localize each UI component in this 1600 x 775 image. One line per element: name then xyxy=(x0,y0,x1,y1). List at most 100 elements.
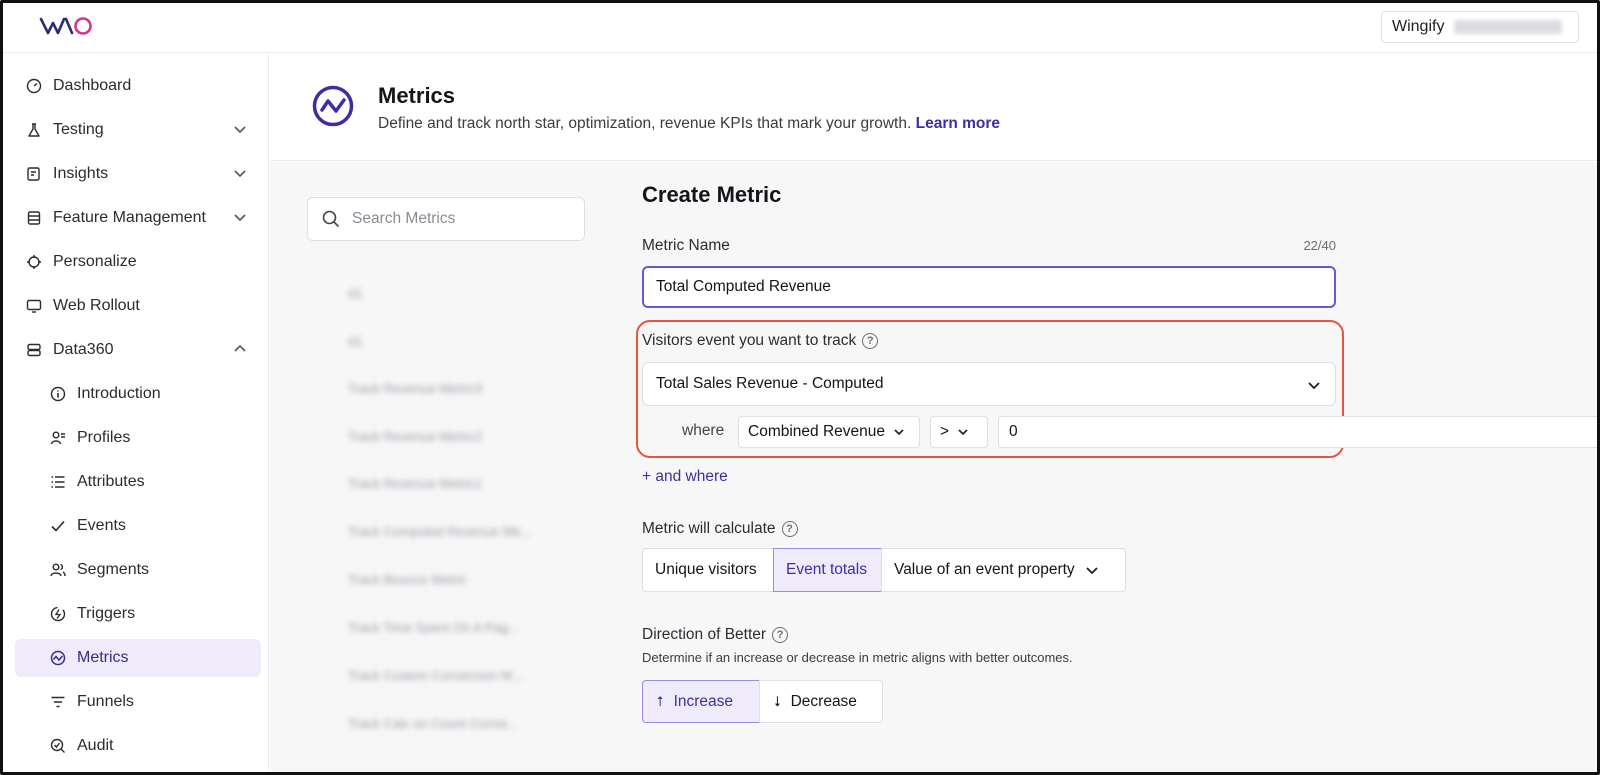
flask-icon xyxy=(25,121,43,139)
target-icon xyxy=(25,253,43,271)
metric-name-input[interactable] xyxy=(642,266,1336,308)
learn-more-link[interactable]: Learn more xyxy=(916,115,1000,132)
direction-label-row: Direction of Better? xyxy=(642,626,789,644)
calc-label: Metric will calculate xyxy=(642,520,776,537)
list-item[interactable]: Track Revenue Metric3 xyxy=(348,381,482,397)
sidebar-item-dashboard[interactable]: Dashboard xyxy=(15,67,261,105)
sidebar-item-label: Triggers xyxy=(77,605,136,622)
sidebar-item-label: Introduction xyxy=(77,385,161,402)
sidebar-item-label: Attributes xyxy=(77,473,145,490)
sidebar-item-label: Testing xyxy=(53,121,104,138)
chevron-down-icon xyxy=(958,429,968,436)
arrow-down-icon: ⭣ xyxy=(774,693,781,709)
account-id-masked xyxy=(1454,20,1563,34)
direction-increase-button[interactable]: ⭡ Increase xyxy=(642,680,760,723)
calc-option-event-totals[interactable]: Event totals xyxy=(773,548,882,592)
sidebar-item-web-rollout[interactable]: Web Rollout xyxy=(15,287,261,325)
sidebar-item-label: Funnels xyxy=(77,693,134,710)
sidebar-item-feature-management[interactable]: Feature Management xyxy=(15,199,261,237)
sidebar-item-label: Data360 xyxy=(53,341,114,358)
funnel-icon xyxy=(49,693,67,711)
sidebar-item-label: Personalize xyxy=(53,253,137,270)
chevron-down-icon[interactable] xyxy=(233,166,247,180)
sidebar-item-profiles[interactable]: Profiles xyxy=(15,419,261,457)
list-item[interactable]: d1 xyxy=(348,286,362,302)
page-header: Metrics Define and track north star, opt… xyxy=(270,53,1597,161)
search-input[interactable] xyxy=(352,210,572,228)
sidebar-item-triggers[interactable]: Triggers xyxy=(15,595,261,633)
chevron-down-icon[interactable] xyxy=(233,210,247,224)
list-item[interactable]: Track Revenue Metric2 xyxy=(348,429,482,445)
vwo-logo[interactable] xyxy=(39,15,101,37)
chevron-down-icon xyxy=(1086,567,1098,575)
sidebar-item-label: Feature Management xyxy=(53,209,206,226)
sidebar-item-segments[interactable]: Segments xyxy=(15,551,261,589)
help-icon[interactable]: ? xyxy=(772,626,789,643)
app-window: Wingify Dashboard Testing Insights Featu… xyxy=(0,0,1600,775)
sidebar-item-events[interactable]: Events xyxy=(15,507,261,545)
event-label: Visitors event you want to track xyxy=(642,332,857,349)
account-name: Wingify xyxy=(1392,18,1445,35)
direction-description: Determine if an increase or decrease in … xyxy=(642,650,1073,665)
metric-name-label: Metric Name xyxy=(642,237,730,254)
operator-select-value: > xyxy=(940,423,950,440)
help-icon[interactable]: ? xyxy=(781,520,798,537)
create-metric-form: Create Metric Metric Name 22/40 Visitors… xyxy=(636,162,1597,772)
sidebar-item-data360[interactable]: Data360 xyxy=(15,331,261,369)
calc-option-label: Event totals xyxy=(786,561,867,578)
users-icon xyxy=(49,561,67,579)
list-icon xyxy=(49,473,67,491)
sidebar-item-metrics[interactable]: Metrics xyxy=(15,639,261,677)
sidebar-item-attributes[interactable]: Attributes xyxy=(15,463,261,501)
sidebar-item-insights[interactable]: Insights xyxy=(15,155,261,193)
calc-option-label: Value of an event property xyxy=(894,561,1075,578)
check-icon xyxy=(49,517,67,535)
sidebar-item-personalize[interactable]: Personalize xyxy=(15,243,261,281)
search-box[interactable] xyxy=(307,197,585,241)
calc-option-event-property[interactable]: Value of an event property xyxy=(881,548,1126,592)
list-item[interactable]: Track Custom Conversion M... xyxy=(348,668,523,684)
list-item[interactable]: Track Revenue Metric1 xyxy=(348,476,482,492)
sidebar-item-label: Profiles xyxy=(77,429,131,446)
chevron-down-icon xyxy=(1308,382,1320,390)
arrow-up-icon: ⭡ xyxy=(657,693,664,709)
event-select[interactable]: Total Sales Revenue - Computed xyxy=(642,362,1336,406)
insights-icon xyxy=(25,165,43,183)
sidebar-item-testing[interactable]: Testing xyxy=(15,111,261,149)
sidebar-item-audit[interactable]: Audit xyxy=(15,727,261,765)
list-item[interactable]: Track Time Spent On A Pag... xyxy=(348,620,519,636)
sidebar-item-introduction[interactable]: Introduction xyxy=(15,375,261,413)
direction-decrease-button[interactable]: ⭣ Decrease xyxy=(759,680,883,723)
sidebar-item-label: Metrics xyxy=(77,649,129,666)
add-where-button[interactable]: + and where xyxy=(642,468,728,486)
sidebar-item-label: Insights xyxy=(53,165,109,182)
rollout-icon xyxy=(25,297,43,315)
audit-icon xyxy=(49,737,67,755)
list-item[interactable]: Track Computed Revenue Me... xyxy=(348,524,532,540)
top-bar: Wingify xyxy=(3,3,1597,53)
operator-select[interactable]: > xyxy=(930,416,988,448)
page-description: Define and track north star, optimizatio… xyxy=(378,115,1000,133)
list-item[interactable]: Track Calc on Count Conve... xyxy=(348,716,518,732)
sidebar-item-funnels[interactable]: Funnels xyxy=(15,683,261,721)
list-item[interactable]: d1 xyxy=(348,334,362,350)
chevron-down-icon[interactable] xyxy=(233,122,247,136)
chevron-up-icon[interactable] xyxy=(233,342,247,356)
list-item[interactable]: Track Bounce Metric xyxy=(348,572,467,588)
condition-value-input[interactable] xyxy=(998,416,1597,448)
search-icon xyxy=(322,210,340,228)
help-icon[interactable]: ? xyxy=(862,332,879,349)
property-select[interactable]: Combined Revenue xyxy=(738,416,920,448)
sidebar-item-label: Dashboard xyxy=(53,77,132,94)
profiles-icon xyxy=(49,429,67,447)
event-select-value: Total Sales Revenue - Computed xyxy=(656,375,884,392)
metrics-icon xyxy=(312,85,354,127)
account-switcher[interactable]: Wingify xyxy=(1381,11,1579,43)
page-description-text: Define and track north star, optimizatio… xyxy=(378,115,912,132)
sidebar-item-label: Web Rollout xyxy=(53,297,140,314)
calc-option-unique-visitors[interactable]: Unique visitors xyxy=(642,548,774,592)
form-heading: Create Metric xyxy=(642,182,782,207)
direction-option-label: Increase xyxy=(673,692,734,710)
property-select-value: Combined Revenue xyxy=(748,423,886,440)
direction-label: Direction of Better xyxy=(642,626,767,643)
